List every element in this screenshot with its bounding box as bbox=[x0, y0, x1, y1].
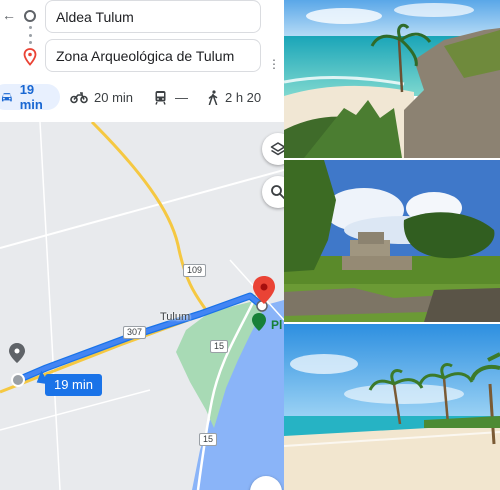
motorcycle-icon bbox=[70, 92, 88, 104]
destination-marker-icon bbox=[23, 48, 37, 66]
road-shield-109: 109 bbox=[183, 264, 207, 277]
map-poi-label[interactable]: Pl bbox=[271, 318, 282, 332]
mode-driving-tab[interactable]: 19 min bbox=[0, 82, 60, 112]
origin-field[interactable]: Aldea Tulum bbox=[45, 0, 261, 33]
ruins-photo[interactable] bbox=[284, 160, 500, 322]
destination-field[interactable]: Zona Arqueológica de Tulum bbox=[45, 39, 261, 72]
map-edge-label: n e bbox=[0, 345, 8, 367]
mode-walking-tab[interactable]: 2 h 20 bbox=[207, 84, 261, 110]
car-icon bbox=[1, 93, 12, 102]
mode-walking-label: 2 h 20 bbox=[225, 89, 262, 105]
reorder-handle-icon[interactable]: ⋮ bbox=[268, 58, 280, 70]
mode-transit-label: — bbox=[175, 89, 188, 105]
layers-icon bbox=[270, 142, 284, 156]
mode-motorcycle-label: 20 min bbox=[94, 89, 134, 105]
mode-motorcycle-tab[interactable]: 20 min bbox=[70, 84, 133, 110]
transit-icon bbox=[155, 90, 166, 105]
beach-palms-photo[interactable] bbox=[284, 324, 500, 490]
route-connector bbox=[28, 26, 32, 44]
map-place-label: Tulum bbox=[160, 311, 191, 323]
maps-panel: ← Aldea Tulum Zona Arqueológica de Tulum… bbox=[0, 0, 284, 490]
mode-driving-label: 19 min bbox=[19, 82, 43, 112]
route-header: ← Aldea Tulum Zona Arqueológica de Tulum… bbox=[0, 0, 284, 122]
road-shield-307: 307 bbox=[123, 326, 147, 339]
travel-mode-row: 19 min 20 min — 2 h 20 bbox=[0, 82, 284, 112]
back-arrow-icon[interactable]: ← bbox=[2, 8, 16, 22]
route-start-marker bbox=[11, 373, 25, 387]
search-icon bbox=[271, 185, 284, 200]
mode-transit-tab[interactable]: — bbox=[154, 84, 188, 110]
beach-cliff-photo[interactable] bbox=[284, 0, 500, 158]
origin-dot-icon bbox=[24, 10, 36, 22]
road-shield-15-south: 15 bbox=[199, 433, 218, 446]
road-shield-15: 15 bbox=[210, 340, 229, 353]
route-duration-callout[interactable]: 19 min bbox=[45, 374, 102, 396]
walking-icon bbox=[208, 89, 218, 105]
